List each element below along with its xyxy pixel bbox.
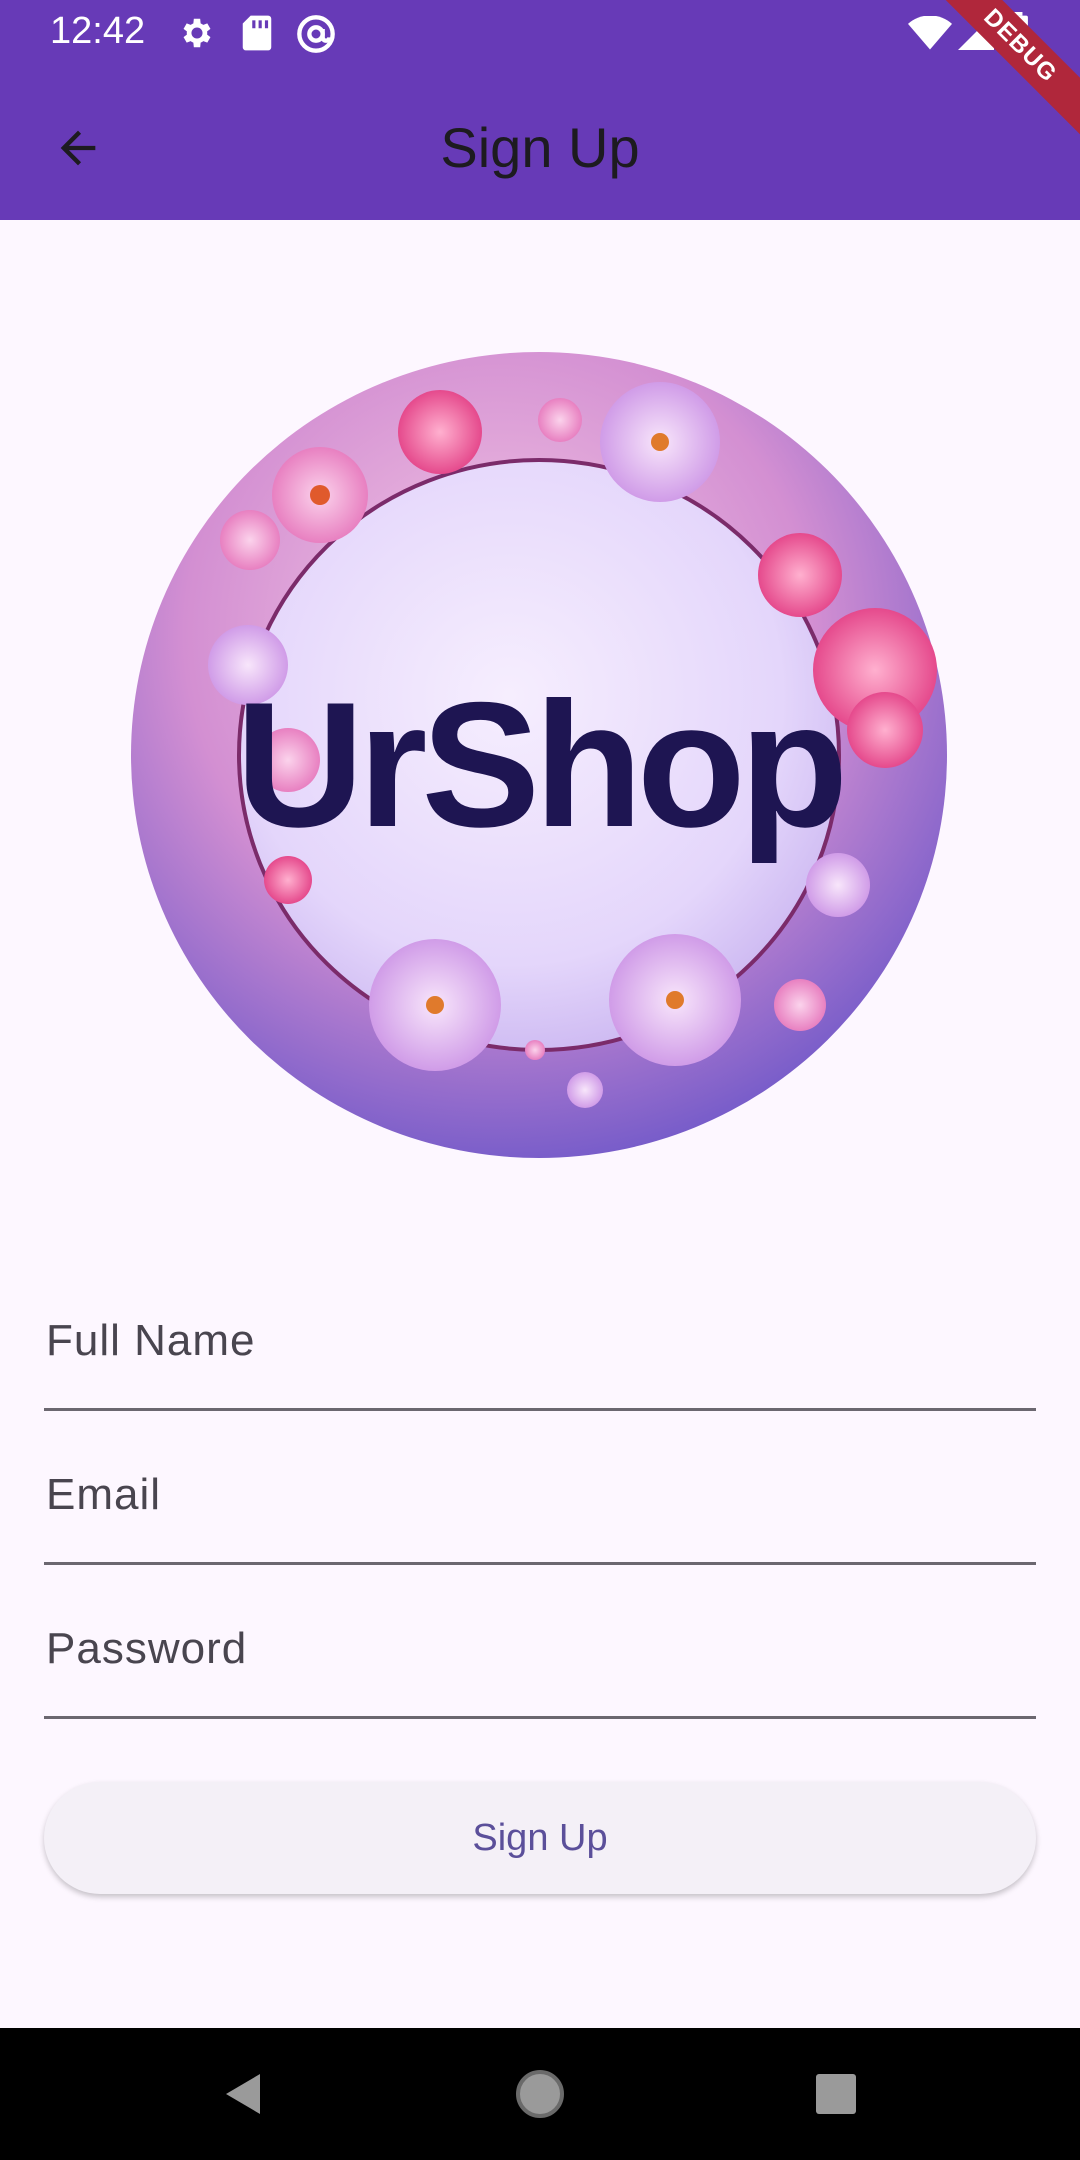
urshop-logo: UrShop bbox=[130, 350, 948, 1160]
password-input[interactable] bbox=[44, 1596, 1040, 1718]
wifi-icon bbox=[908, 16, 952, 50]
at-sign-icon bbox=[297, 15, 335, 53]
email-field[interactable]: Email bbox=[44, 1442, 1040, 1565]
status-time: 12:42 bbox=[50, 10, 146, 52]
system-nav-bar bbox=[0, 2028, 1080, 2160]
logo-text: UrShop bbox=[235, 665, 849, 864]
home-circle-icon[interactable] bbox=[510, 2064, 570, 2124]
status-bar: 12:42 bbox=[0, 0, 1080, 66]
app-bar: Sign Up bbox=[0, 66, 1080, 220]
sign-up-button[interactable]: Sign Up bbox=[44, 1782, 1036, 1894]
recents-square-icon[interactable] bbox=[806, 2064, 866, 2124]
email-input[interactable] bbox=[44, 1442, 1040, 1564]
page-title: Sign Up bbox=[440, 116, 640, 179]
settings-icon bbox=[183, 18, 211, 48]
sd-card-icon bbox=[242, 15, 272, 51]
back-triangle-icon[interactable] bbox=[214, 2064, 274, 2124]
full-name-input[interactable] bbox=[44, 1288, 1040, 1410]
password-field[interactable]: Password bbox=[44, 1596, 1040, 1719]
full-name-field[interactable]: Full Name bbox=[44, 1288, 1040, 1411]
